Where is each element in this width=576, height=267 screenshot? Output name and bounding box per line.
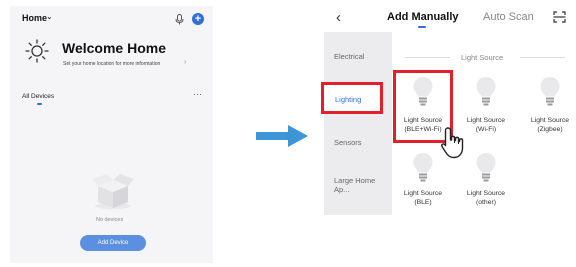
device-label: Light Source xyxy=(530,117,570,124)
home-selector[interactable]: Home xyxy=(22,13,47,23)
light-bulb-icon xyxy=(476,153,496,182)
tab-all-devices[interactable]: All Devices xyxy=(22,93,54,100)
chevron-down-icon[interactable]: ⌄ xyxy=(46,12,53,21)
add-icon[interactable]: + xyxy=(192,13,204,25)
add-device-button[interactable]: Add Device xyxy=(80,235,146,251)
divider xyxy=(520,57,565,58)
section-title: Light Source xyxy=(461,53,504,62)
device-light-source-zigbee[interactable]: Light Source (Zigbee) xyxy=(505,72,569,142)
tab-indicator xyxy=(37,103,42,105)
light-bulb-icon xyxy=(476,77,496,106)
device-label-type: (BLE) xyxy=(414,198,432,206)
microphone-icon[interactable] xyxy=(175,14,184,25)
device-label-type: (Zigbee) xyxy=(537,125,563,133)
device-label: Light Source xyxy=(466,190,506,197)
more-icon[interactable]: ··· xyxy=(193,89,202,99)
category-sensors[interactable]: Sensors xyxy=(334,138,362,147)
divider xyxy=(405,57,450,58)
back-icon[interactable]: ‹ xyxy=(336,9,341,26)
category-large-home-appliances[interactable]: Large Home Ap... xyxy=(334,176,378,194)
device-label: Light Source xyxy=(466,117,506,124)
category-electrical[interactable]: Electrical xyxy=(334,52,364,61)
no-devices-text: No devices xyxy=(96,217,124,223)
light-bulb-icon xyxy=(413,153,433,182)
pointing-hand-icon xyxy=(441,127,464,159)
empty-box-icon xyxy=(92,174,134,209)
device-label-type: (Wi-Fi) xyxy=(475,125,497,133)
welcome-title: Welcome Home xyxy=(62,40,166,56)
tab-auto-scan[interactable]: Auto Scan xyxy=(483,11,534,23)
tab-indicator xyxy=(418,26,426,28)
light-bulb-icon xyxy=(540,77,560,106)
tab-add-manually[interactable]: Add Manually xyxy=(387,11,459,23)
right-arrow-icon xyxy=(256,125,308,147)
welcome-subtitle[interactable]: Set your home location for more informat… xyxy=(63,61,160,67)
category-lighting[interactable]: Lighting xyxy=(335,95,361,104)
device-label-type: (other) xyxy=(475,198,497,206)
chevron-right-icon[interactable]: › xyxy=(184,59,186,66)
sun-icon xyxy=(25,39,49,63)
scan-icon[interactable] xyxy=(553,11,566,23)
device-label: Light Source xyxy=(403,190,443,197)
